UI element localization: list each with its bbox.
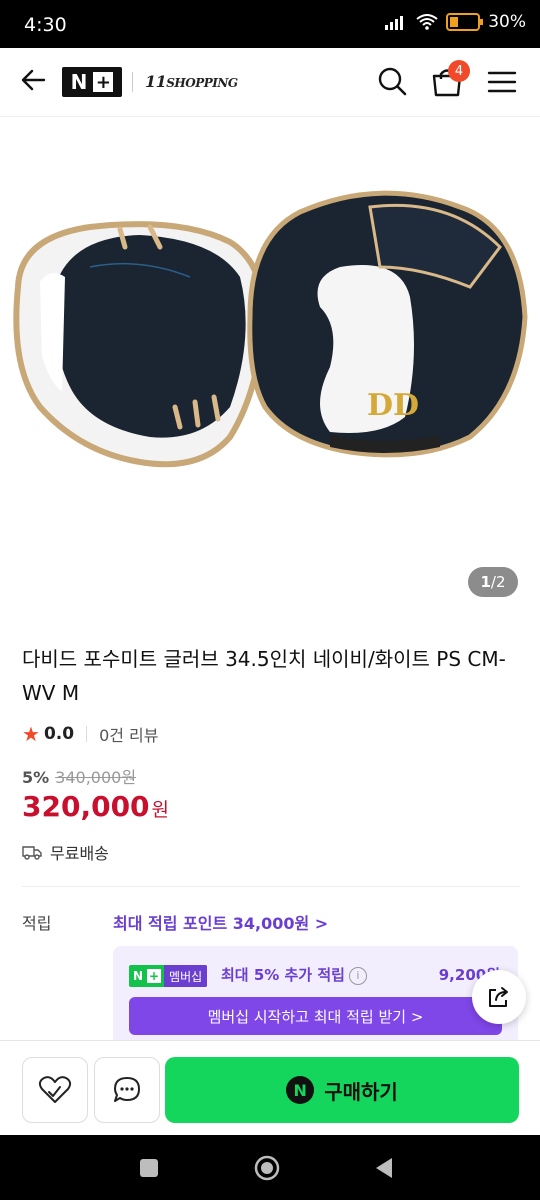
membership-badge: N + 멤버십: [129, 965, 208, 987]
pager-total: 2: [495, 573, 506, 591]
membership-bonus-text: 최대 5% 추가 적립 i: [221, 964, 367, 985]
bottom-action-bar: N 구매하기: [0, 1040, 540, 1136]
max-points-link[interactable]: 최대 적립 포인트 34,000원 >: [113, 910, 328, 934]
membership-start-button[interactable]: 멤버십 시작하고 최대 적립 받기 >: [129, 997, 502, 1035]
battery-icon: [446, 13, 484, 31]
search-icon[interactable]: [377, 66, 407, 96]
buy-button-label: 구매하기: [324, 1079, 398, 1104]
cart-count-badge: 4: [448, 60, 470, 82]
info-icon[interactable]: i: [348, 966, 367, 985]
rating-row[interactable]: ★ 0.0 0건 리뷰: [22, 722, 159, 746]
home-icon[interactable]: [254, 1155, 280, 1181]
original-price: 340,000원: [55, 768, 137, 787]
buy-button[interactable]: N 구매하기: [165, 1057, 519, 1123]
discount-row: 5% 340,000원: [22, 764, 136, 788]
chat-icon: [114, 1077, 140, 1102]
nplus-logo[interactable]: N +: [62, 67, 122, 97]
section-divider: [22, 886, 520, 887]
shipping-row: 무료배송: [22, 840, 109, 864]
brand-logo[interactable]: 11SHOPPING: [145, 72, 238, 91]
sale-price: 320,000 원: [22, 790, 169, 823]
glove-outer-image: DD: [247, 190, 528, 458]
rating-divider: [86, 726, 88, 742]
review-count-link[interactable]: 0건 리뷰: [99, 722, 158, 746]
status-time: 4:30: [24, 14, 67, 36]
heart-icon: [38, 1076, 72, 1103]
membership-bonus-label: 최대 5% 추가 적립: [221, 966, 345, 984]
product-image-gallery[interactable]: DD 1 / 2: [0, 117, 540, 622]
npay-icon: N: [286, 1076, 315, 1104]
membership-box: N + 멤버십 최대 5% 추가 적립 i 9,200원 멤버십 시작하고 최대 …: [113, 946, 518, 1046]
glove-inner-image: [13, 221, 267, 468]
share-icon: [489, 987, 508, 1007]
membership-badge-n: N: [133, 969, 144, 983]
membership-badge-plus: +: [147, 969, 162, 983]
back-nav-icon[interactable]: [374, 1157, 394, 1179]
header-divider: [132, 72, 133, 92]
battery-text: 30%: [488, 12, 526, 32]
brand-logo-sub: SHOPPING: [166, 76, 238, 90]
status-bar: 4:30 30%: [0, 0, 540, 48]
pager-current: 1: [480, 573, 491, 591]
wifi-icon: [416, 14, 438, 30]
sale-price-unit: 원: [151, 799, 170, 821]
star-icon: ★: [22, 722, 40, 746]
nplus-logo-n: N: [70, 70, 88, 94]
rating-score: 0.0: [43, 724, 75, 744]
system-nav-bar: [0, 1135, 540, 1200]
menu-icon[interactable]: [487, 70, 517, 94]
truck-icon: [22, 846, 42, 860]
points-label: 적립: [22, 914, 52, 933]
product-title: 다비드 포수미트 글러브 34.5인치 네이비/화이트 PS CM-WV M: [22, 647, 506, 705]
membership-badge-label: 멤버십: [164, 965, 208, 987]
gallery-pager: 1 / 2: [468, 567, 518, 597]
brand-logo-main: 11: [145, 72, 167, 91]
nplus-logo-plus: +: [93, 72, 114, 93]
shipping-text: 무료배송: [50, 844, 109, 863]
chat-button[interactable]: [94, 1057, 160, 1123]
recent-apps-icon[interactable]: [139, 1158, 159, 1178]
back-arrow-icon[interactable]: [20, 66, 48, 94]
sale-price-value: 320,000: [22, 790, 150, 823]
signal-icon: [385, 16, 404, 30]
discount-rate: 5%: [22, 768, 50, 787]
svg-text:DD: DD: [367, 388, 419, 423]
app-header: N + 11SHOPPING: [0, 48, 540, 117]
wishlist-button[interactable]: [22, 1057, 88, 1123]
share-button[interactable]: [472, 970, 526, 1024]
product-image: DD: [13, 190, 528, 468]
